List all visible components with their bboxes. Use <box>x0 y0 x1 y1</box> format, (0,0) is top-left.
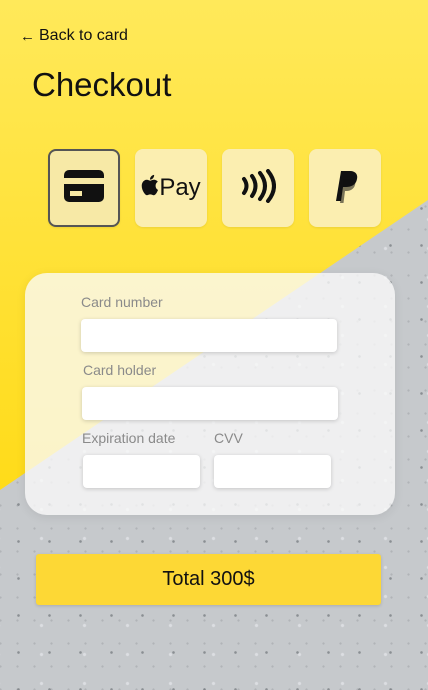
contactless-icon <box>240 168 276 208</box>
apple-pay-label: Pay <box>159 174 201 201</box>
payment-method-contactless[interactable] <box>222 149 294 227</box>
total-pay-button[interactable]: Total 300$ <box>36 554 381 605</box>
payment-method-selector: Pay <box>48 149 381 227</box>
expiration-date-input[interactable] <box>83 455 200 488</box>
cvv-input[interactable] <box>214 455 331 488</box>
arrow-left-icon: ← <box>20 27 35 45</box>
back-link-label: Back to card <box>39 27 128 44</box>
payment-method-card[interactable] <box>48 149 120 227</box>
card-number-input[interactable] <box>81 319 337 352</box>
card-number-label: Card number <box>81 294 163 310</box>
cvv-label: CVV <box>214 430 243 446</box>
card-form-panel: Card number Card holder Expiration date … <box>25 273 395 515</box>
expiration-date-label: Expiration date <box>82 430 176 446</box>
page-title: Checkout <box>32 66 172 103</box>
card-holder-input[interactable] <box>82 387 338 420</box>
credit-card-icon <box>63 169 105 208</box>
back-to-card-link[interactable]: ← Back to card <box>20 27 128 45</box>
payment-method-apple-pay[interactable]: Pay <box>135 149 207 227</box>
payment-method-paypal[interactable] <box>309 149 381 227</box>
apple-pay-icon <box>141 174 159 203</box>
paypal-icon <box>330 169 360 208</box>
card-holder-label: Card holder <box>83 362 157 378</box>
